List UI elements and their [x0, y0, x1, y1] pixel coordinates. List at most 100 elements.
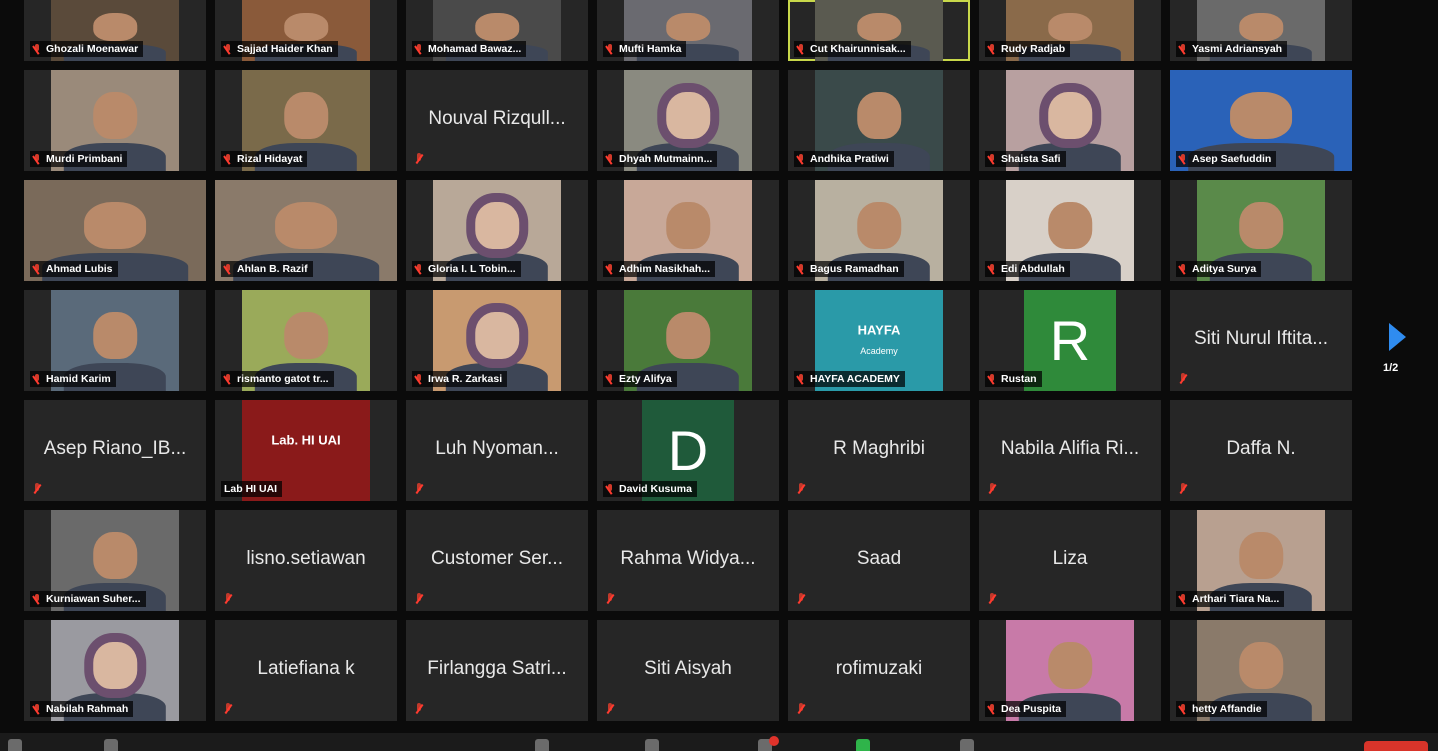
person-head	[1239, 13, 1283, 42]
participant-tile-rismanto-gatot-tr[interactable]: rismanto gatot tr...	[215, 290, 397, 391]
participant-tile-arthari-tiara-na[interactable]: Arthari Tiara Na...	[1170, 510, 1352, 611]
participant-tile-shaista-safi[interactable]: Shaista Safi	[979, 70, 1161, 171]
participant-name-label: rismanto gatot tr...	[221, 371, 334, 387]
next-page-arrow-icon[interactable]	[1389, 323, 1406, 351]
participant-tile-bagus-ramadhan[interactable]: Bagus Ramadhan	[788, 180, 970, 281]
participant-tile-irwa-r-zarkasi[interactable]: Irwa R. Zarkasi	[406, 290, 588, 391]
participant-tile-asep-riano-ib[interactable]: Asep Riano_IB...	[24, 400, 206, 501]
participant-name: Shaista Safi	[1001, 153, 1061, 165]
record-icon[interactable]	[960, 739, 974, 751]
person-head	[1239, 642, 1283, 689]
muted-mic-icon	[33, 704, 41, 714]
muted-mic-icon	[33, 264, 41, 274]
participant-tile-ahlan-b-razif[interactable]: Ahlan B. Razif	[215, 180, 397, 281]
participant-name-label: Yasmi Adriansyah	[1176, 41, 1288, 57]
participant-tile-ezty-alifya[interactable]: Ezty Alifya	[597, 290, 779, 391]
muted-mic-icon	[1179, 154, 1187, 164]
participant-tile-liza[interactable]: Liza	[979, 510, 1161, 611]
participant-tile-david-kusuma[interactable]: D David Kusuma	[597, 400, 779, 501]
person-head	[857, 202, 901, 249]
participant-tile-nabilah-rahmah[interactable]: Nabilah Rahmah	[24, 620, 206, 721]
participant-tile-nabila-alifia-ri[interactable]: Nabila Alifia Ri...	[979, 400, 1161, 501]
participant-tile-mohamad-bawaz[interactable]: Mohamad Bawaz...	[406, 0, 588, 61]
muted-mic-icon	[414, 703, 424, 715]
muted-mic-icon	[605, 703, 615, 715]
participant-display-name: Saad	[856, 547, 902, 569]
participant-tile-rudy-radjab[interactable]: Rudy Radjab	[979, 0, 1161, 61]
participant-tile-asep-saefuddin[interactable]: Asep Saefuddin	[1170, 70, 1352, 171]
person-head	[475, 312, 519, 359]
muted-mic-icon	[988, 154, 996, 164]
person-head	[1239, 532, 1283, 579]
participant-tile-edi-abdullah[interactable]: Edi Abdullah	[979, 180, 1161, 281]
muted-mic-icon	[1179, 594, 1187, 604]
person-head	[1048, 13, 1092, 42]
video-icon[interactable]	[104, 739, 118, 751]
participant-tile-gloria-i-l-tobin[interactable]: Gloria I. L Tobin...	[406, 180, 588, 281]
participant-display-name: Luh Nyoman...	[435, 437, 559, 459]
participant-name-label: Murdi Primbani	[30, 151, 128, 167]
security-icon[interactable]	[535, 739, 549, 751]
muted-mic-icon	[987, 483, 997, 495]
participant-display-name: Rahma Widya...	[620, 547, 756, 569]
participants-icon[interactable]	[645, 739, 659, 751]
participant-tile-nouval-rizqull[interactable]: Nouval Rizqull...	[406, 70, 588, 171]
participant-tile-rofimuzaki[interactable]: rofimuzaki	[788, 620, 970, 721]
participant-tile-ghozali-moenawar[interactable]: Ghozali Moenawar	[24, 0, 206, 61]
participant-name-label: Kurniawan Suher...	[30, 591, 146, 607]
participant-name: Rudy Radjab	[1001, 43, 1066, 55]
participant-tile-daffa-n[interactable]: Daffa N.	[1170, 400, 1352, 501]
muted-mic-icon	[33, 374, 41, 384]
participant-name: Gloria I. L Tobin...	[428, 263, 516, 275]
participant-tile-cut-khairunnisak[interactable]: Cut Khairunnisak...	[788, 0, 970, 61]
participant-tile-andhika-pratiwi[interactable]: Andhika Pratiwi	[788, 70, 970, 171]
participant-tile-siti-nurul-iftita[interactable]: Siti Nurul Iftita...	[1170, 290, 1352, 391]
participant-tile-sajjad-haider-khan[interactable]: Sajjad Haider Khan	[215, 0, 397, 61]
participant-tile-hetty-affandie[interactable]: hetty Affandie	[1170, 620, 1352, 721]
participant-tile-siti-aisyah[interactable]: Siti Aisyah	[597, 620, 779, 721]
share-screen-icon[interactable]	[856, 739, 870, 751]
participant-display-name: Nabila Alifia Ri...	[1000, 437, 1140, 459]
participant-tile-r-maghribi[interactable]: R Maghribi	[788, 400, 970, 501]
end-meeting-button[interactable]	[1364, 741, 1428, 751]
participant-tile-kurniawan-suher[interactable]: Kurniawan Suher...	[24, 510, 206, 611]
participant-tile-latiefiana-k[interactable]: Latiefiana k	[215, 620, 397, 721]
person-head	[857, 13, 901, 42]
participant-name: Bagus Ramadhan	[810, 263, 899, 275]
participant-name-label: Dea Puspita	[985, 701, 1067, 717]
person-head	[1048, 202, 1092, 249]
participant-name: Ezty Alifya	[619, 373, 672, 385]
participant-tile-yasmi-adriansyah[interactable]: Yasmi Adriansyah	[1170, 0, 1352, 61]
participant-name: Dea Puspita	[1001, 703, 1062, 715]
participant-tile-firlangga-satri[interactable]: Firlangga Satri...	[406, 620, 588, 721]
muted-mic-icon	[414, 593, 424, 605]
participant-tile-saad[interactable]: Saad	[788, 510, 970, 611]
participant-tile-ahmad-lubis[interactable]: Ahmad Lubis	[24, 180, 206, 281]
participant-tile-luh-nyoman[interactable]: Luh Nyoman...	[406, 400, 588, 501]
participant-tile-lisno-setiawan[interactable]: lisno.setiawan	[215, 510, 397, 611]
participant-tile-rahma-widya[interactable]: Rahma Widya...	[597, 510, 779, 611]
participant-name-label: Ezty Alifya	[603, 371, 677, 387]
person-head	[666, 202, 710, 249]
participant-tile-adhim-nasikhah[interactable]: Adhim Nasikhah...	[597, 180, 779, 281]
participant-name-label: Nabilah Rahmah	[30, 701, 134, 717]
participant-tile-rustan[interactable]: R Rustan	[979, 290, 1161, 391]
participant-display-name: Firlangga Satri...	[427, 657, 567, 679]
participant-tile-mufti-hamka[interactable]: Mufti Hamka	[597, 0, 779, 61]
chat-badge	[769, 736, 779, 746]
mute-icon[interactable]	[8, 739, 22, 751]
participant-tile-rizal-hidayat[interactable]: Rizal Hidayat	[215, 70, 397, 171]
participant-name: Murdi Primbani	[46, 153, 123, 165]
participant-tile-hamid-karim[interactable]: Hamid Karim	[24, 290, 206, 391]
participant-tile-hayfa-academy[interactable]: HAYFA Academy HAYFA ACADEMY	[788, 290, 970, 391]
participant-tile-customer-ser[interactable]: Customer Ser...	[406, 510, 588, 611]
participant-tile-dea-puspita[interactable]: Dea Puspita	[979, 620, 1161, 721]
participant-tile-lab-hi-uai[interactable]: Lab. HI UAI Lab HI UAI	[215, 400, 397, 501]
muted-mic-icon	[797, 374, 805, 384]
muted-mic-icon	[415, 374, 423, 384]
participant-name-label: Asep Saefuddin	[1176, 151, 1277, 167]
participant-tile-dhyah-mutmainn[interactable]: Dhyah Mutmainn...	[597, 70, 779, 171]
participant-tile-murdi-primbani[interactable]: Murdi Primbani	[24, 70, 206, 171]
participant-name-label: hetty Affandie	[1176, 701, 1267, 717]
participant-tile-aditya-surya[interactable]: Aditya Surya	[1170, 180, 1352, 281]
